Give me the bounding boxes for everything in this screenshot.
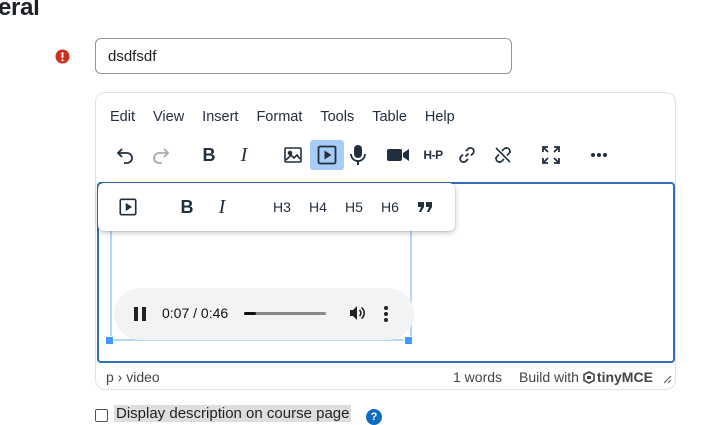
name-input[interactable]	[95, 38, 512, 74]
tinymce-icon	[583, 370, 595, 384]
quick-h4-button[interactable]: H4	[304, 193, 332, 221]
more-horizontal-icon	[591, 153, 607, 157]
pause-button[interactable]	[134, 307, 146, 321]
microphone-icon	[350, 145, 366, 165]
element-path[interactable]: p › video	[106, 369, 160, 385]
menu-insert[interactable]: Insert	[202, 109, 238, 129]
build-with-label: Build with	[519, 369, 579, 385]
quick-italic-button[interactable]: I	[211, 193, 233, 221]
undo-button[interactable]	[108, 140, 142, 170]
media-icon	[119, 198, 137, 216]
italic-button[interactable]: I	[227, 140, 261, 170]
menu-edit[interactable]: Edit	[110, 109, 135, 129]
fullscreen-button[interactable]	[534, 140, 568, 170]
h5p-icon: H-P	[423, 148, 443, 162]
record-video-button[interactable]	[381, 140, 415, 170]
player-options-button[interactable]	[383, 305, 389, 328]
editor-resize-icon[interactable]	[663, 375, 672, 384]
h5p-button[interactable]: H-P	[416, 140, 450, 170]
media-button[interactable]	[310, 140, 344, 170]
editor-toolbar: B I H-P	[96, 140, 675, 176]
fullscreen-icon	[542, 146, 560, 164]
redo-icon	[153, 148, 170, 164]
embedded-video[interactable]: 0:07 / 0:46	[110, 228, 414, 341]
section-title: eral	[0, 0, 40, 21]
word-count[interactable]: 1 words	[453, 369, 502, 385]
menu-view[interactable]: View	[153, 109, 184, 129]
media-icon	[317, 145, 337, 165]
unlink-icon	[495, 147, 511, 163]
image-icon	[284, 147, 302, 163]
menu-format[interactable]: Format	[256, 109, 302, 129]
help-icon[interactable]: ?	[366, 409, 382, 425]
pause-icon-bar-right	[142, 307, 146, 321]
redo-button[interactable]	[144, 140, 178, 170]
tinymce-wordmark: tinyMCE	[596, 369, 653, 385]
volume-icon	[350, 306, 365, 320]
link-icon	[459, 147, 475, 163]
quick-bold-button[interactable]: B	[176, 193, 198, 221]
blockquote-icon	[418, 202, 432, 212]
quick-h6-button[interactable]: H6	[376, 193, 404, 221]
playback-time: 0:07 / 0:46	[162, 305, 229, 321]
bold-icon: B	[202, 144, 216, 165]
pause-icon-bar-left	[134, 307, 138, 321]
editor-menubar: Edit View Insert Format Tools Table Help	[110, 109, 455, 129]
progress-slider[interactable]	[244, 312, 326, 315]
video-camera-icon	[387, 149, 409, 161]
italic-icon: I	[240, 143, 248, 166]
media-quick-toolbar: B I H3 H4 H5 H6	[98, 183, 455, 231]
rich-text-editor: Edit View Insert Format Tools Table Help…	[95, 92, 676, 390]
resize-handle-bottom-left[interactable]	[105, 336, 114, 345]
more-vertical-icon	[384, 306, 388, 322]
tinymce-logo: tinyMCE	[583, 369, 653, 385]
menu-table[interactable]: Table	[372, 109, 407, 129]
undo-icon	[116, 148, 133, 164]
image-button[interactable]	[276, 140, 310, 170]
quick-media-button[interactable]	[116, 193, 140, 221]
more-toolbar-button[interactable]	[582, 140, 616, 170]
unlink-button[interactable]	[486, 140, 520, 170]
bold-button[interactable]: B	[192, 140, 226, 170]
record-audio-button[interactable]	[341, 140, 375, 170]
volume-button[interactable]	[348, 304, 366, 327]
quick-h5-button[interactable]: H5	[340, 193, 368, 221]
branding[interactable]: Build with tinyMCE	[519, 369, 653, 385]
progress-fill	[244, 312, 257, 315]
quick-blockquote-button[interactable]	[414, 193, 436, 221]
media-player-controls: 0:07 / 0:46	[114, 288, 414, 340]
resize-handle-bottom-right[interactable]	[404, 336, 413, 345]
menu-tools[interactable]: Tools	[320, 109, 354, 129]
display-description-label: Display description on course page	[114, 405, 352, 422]
display-description-checkbox[interactable]	[95, 409, 108, 422]
required-icon	[55, 49, 70, 64]
editor-statusbar: p › video 1 words Build with tinyMCE	[106, 369, 672, 389]
menu-help[interactable]: Help	[425, 109, 455, 129]
quick-h3-button[interactable]: H3	[268, 193, 296, 221]
link-button[interactable]	[450, 140, 484, 170]
